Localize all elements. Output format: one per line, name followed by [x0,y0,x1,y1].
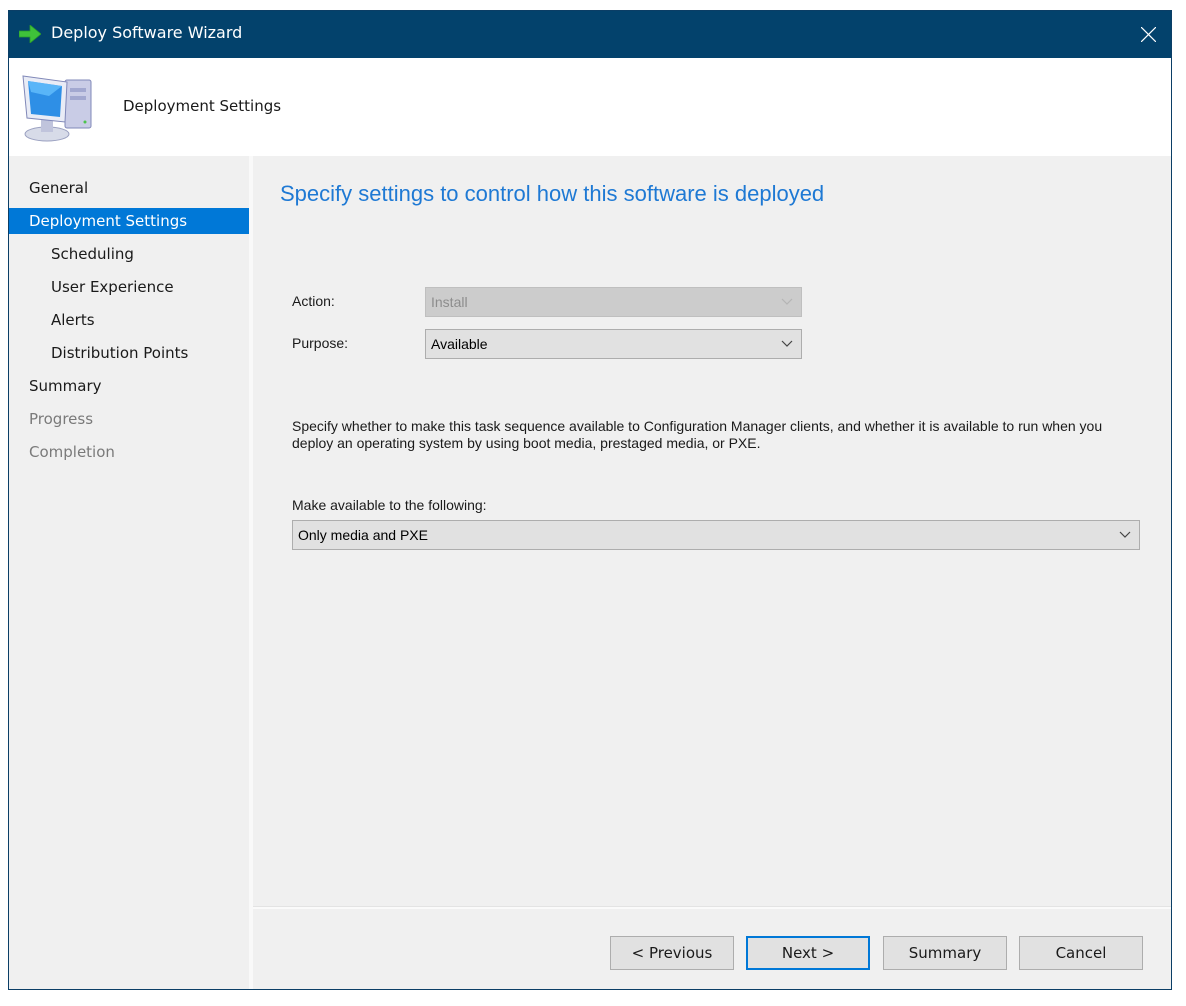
close-icon [1141,27,1156,42]
close-button[interactable] [1125,11,1171,58]
content-heading: Specify settings to control how this sof… [280,181,825,206]
nav-item-progress: Progress [29,410,94,428]
nav-item-distribution-points[interactable]: Distribution Points [9,340,249,366]
chevron-down-icon [1119,531,1131,538]
nav-item-scheduling[interactable]: Scheduling [9,241,249,267]
make-available-dropdown[interactable]: Only media and PXE [292,520,1140,550]
wizard-content: Specify settings to control how this sof… [253,156,1171,989]
action-dropdown: Install [425,287,802,317]
make-available-label: Make available to the following: [292,497,487,513]
purpose-label: Purpose: [292,335,349,351]
previous-button[interactable]: < Previous [610,936,734,970]
nav-item-completion: Completion [29,443,115,461]
purpose-dropdown[interactable]: Available [425,329,802,359]
chevron-down-icon [781,298,793,305]
wizard-window: Deploy Software Wizard Deployment Settin… [8,10,1172,990]
nav-item-alerts[interactable]: Alerts [9,307,249,333]
action-label: Action: [292,293,335,309]
availability-description: Specify whether to make this task sequen… [292,418,1103,451]
green-arrow-icon [19,25,41,43]
wizard-header: Deployment Settings [9,58,1171,156]
nav-item-summary[interactable]: Summary [9,373,249,399]
computer-icon [22,75,92,142]
wizard-nav: General Deployment Settings Scheduling U… [9,156,249,989]
summary-button[interactable]: Summary [883,936,1007,970]
window-title: Deploy Software Wizard [51,23,243,42]
next-button[interactable]: Next > [746,936,870,970]
nav-item-deployment-settings[interactable]: Deployment Settings [9,208,249,234]
make-available-value: Only media and PXE [298,527,428,543]
purpose-value: Available [431,336,488,352]
nav-item-user-experience[interactable]: User Experience [9,274,249,300]
title-bar[interactable]: Deploy Software Wizard [9,11,1171,58]
nav-item-general[interactable]: General [9,175,249,201]
chevron-down-icon [781,340,793,347]
button-bar-divider [253,906,1171,909]
action-value: Install [431,294,468,310]
page-title: Deployment Settings [123,97,282,115]
cancel-button[interactable]: Cancel [1019,936,1143,970]
